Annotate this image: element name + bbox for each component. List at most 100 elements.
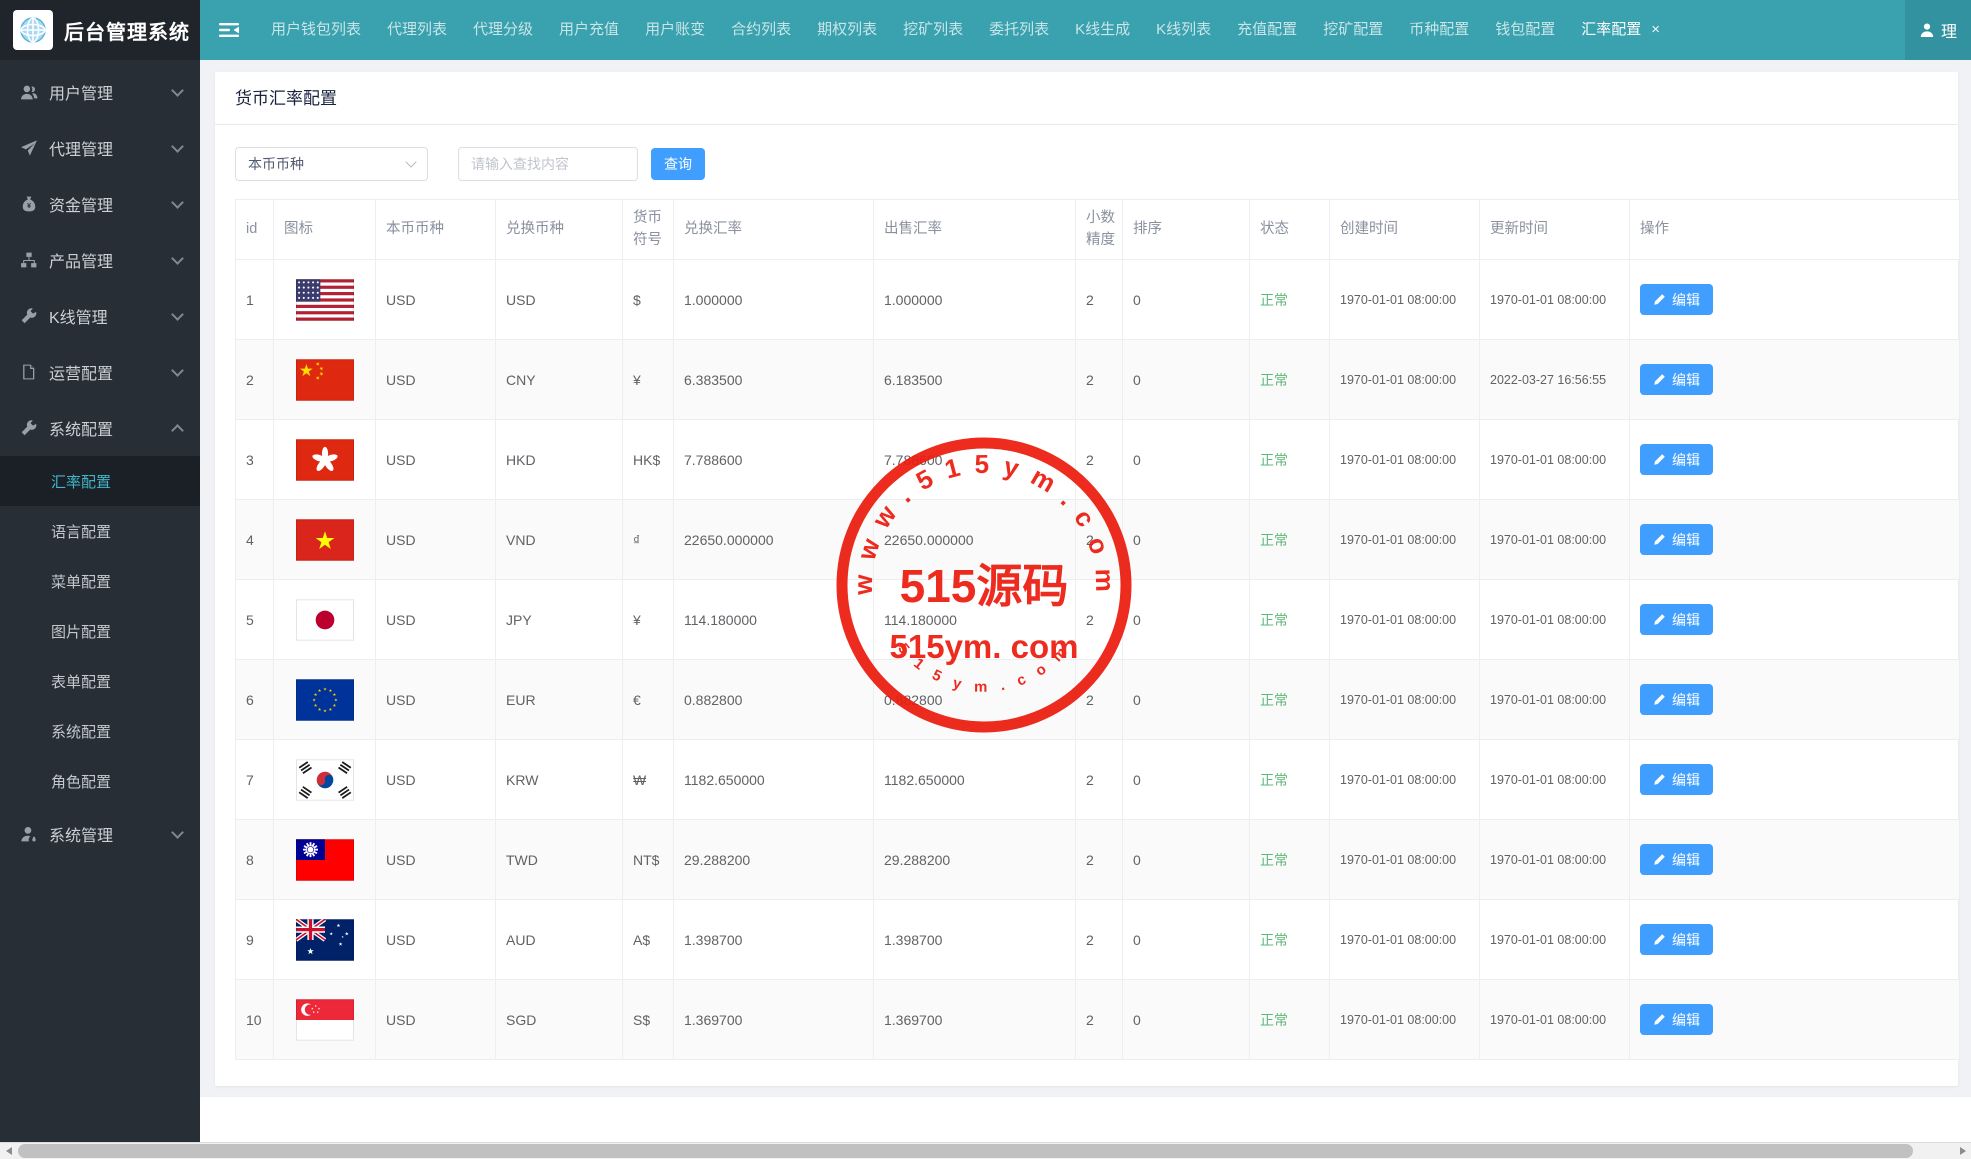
cell-updated: 1970-01-01 08:00:00 bbox=[1480, 900, 1630, 980]
search-button[interactable]: 查询 bbox=[651, 148, 705, 180]
user-menu[interactable]: 理 bbox=[1905, 0, 1971, 60]
flag-vn-icon bbox=[296, 519, 354, 561]
tab-rate-config[interactable]: 汇率配置× bbox=[1568, 0, 1673, 60]
edit-button[interactable]: 编辑 bbox=[1640, 444, 1713, 475]
sidebar-item-funds-management[interactable]: ¥资金管理 bbox=[0, 176, 200, 232]
tab-coin-config[interactable]: 币种配置 bbox=[1396, 0, 1482, 60]
table-row: 4USDVND₫22650.00000022650.00000020正常1970… bbox=[236, 500, 1960, 580]
tab-agent-grade[interactable]: 代理分级 bbox=[460, 0, 546, 60]
sidebar-subitem-label: 系统配置 bbox=[51, 721, 111, 742]
status-badge: 正常 bbox=[1260, 532, 1288, 548]
globe-icon bbox=[13, 10, 53, 50]
tab-kline-generate[interactable]: K线生成 bbox=[1062, 0, 1143, 60]
sidebar-subitem-image-config[interactable]: 图片配置 bbox=[0, 606, 200, 656]
cell-action: 编辑 bbox=[1630, 340, 1960, 420]
sidebar-toggle-button[interactable] bbox=[200, 0, 258, 60]
tab-agent-list[interactable]: 代理列表 bbox=[374, 0, 460, 60]
tab-mining-config[interactable]: 挖矿配置 bbox=[1310, 0, 1396, 60]
tab-recharge-config[interactable]: 充值配置 bbox=[1224, 0, 1310, 60]
sidebar-item-user-management[interactable]: 用户管理 bbox=[0, 64, 200, 120]
tab-mining-list[interactable]: 挖矿列表 bbox=[890, 0, 976, 60]
pencil-icon bbox=[1653, 613, 1666, 626]
edit-button[interactable]: 编辑 bbox=[1640, 1004, 1713, 1035]
cell-buy_rate: 114.180000 bbox=[674, 580, 874, 660]
table-row: 6USDEUR€0.8828000.88280020正常1970-01-01 0… bbox=[236, 660, 1960, 740]
sidebar-subitem-menu-config[interactable]: 菜单配置 bbox=[0, 556, 200, 606]
edit-button-label: 编辑 bbox=[1672, 290, 1700, 310]
edit-button[interactable]: 编辑 bbox=[1640, 284, 1713, 315]
cell-id: 6 bbox=[236, 660, 274, 740]
sidebar-item-system-management[interactable]: 系统管理 bbox=[0, 806, 200, 862]
tab-kline-list[interactable]: K线列表 bbox=[1143, 0, 1224, 60]
edit-button-label: 编辑 bbox=[1672, 690, 1700, 710]
cell-flag bbox=[274, 900, 376, 980]
tab-label: 期权列表 bbox=[817, 21, 877, 38]
pencil-icon bbox=[1653, 853, 1666, 866]
cell-status: 正常 bbox=[1250, 820, 1330, 900]
horizontal-scrollbar bbox=[0, 1142, 1971, 1159]
rate-table: id图标本币币种兑换币种货币符号兑换汇率出售汇率小数精度排序状态创建时间更新时间… bbox=[235, 199, 1960, 1060]
edit-button-label: 编辑 bbox=[1672, 530, 1700, 550]
sidebar-subitem-form-config[interactable]: 表单配置 bbox=[0, 656, 200, 706]
cell-status: 正常 bbox=[1250, 980, 1330, 1060]
table-row: 7USDKRW₩1182.6500001182.65000020正常1970-0… bbox=[236, 740, 1960, 820]
edit-button[interactable]: 编辑 bbox=[1640, 604, 1713, 635]
cell-base: USD bbox=[376, 420, 496, 500]
sidebar-subitem-system-config-item[interactable]: 系统配置 bbox=[0, 706, 200, 756]
edit-button[interactable]: 编辑 bbox=[1640, 844, 1713, 875]
tab-wallet-config[interactable]: 钱包配置 bbox=[1482, 0, 1568, 60]
sidebar-item-operation-config[interactable]: 运营配置 bbox=[0, 344, 200, 400]
tab-entrust-list[interactable]: 委托列表 bbox=[976, 0, 1062, 60]
sidebar-item-agent-management[interactable]: 代理管理 bbox=[0, 120, 200, 176]
sidebar-subitem-rate-config[interactable]: 汇率配置 bbox=[0, 456, 200, 506]
tab-user-wallet-list[interactable]: 用户钱包列表 bbox=[258, 0, 374, 60]
tab-label: K线生成 bbox=[1075, 21, 1130, 38]
tab-user-recharge[interactable]: 用户充值 bbox=[546, 0, 632, 60]
cell-updated: 1970-01-01 08:00:00 bbox=[1480, 260, 1630, 340]
cell-flag bbox=[274, 500, 376, 580]
sidebar-subitem-label: 语言配置 bbox=[51, 521, 111, 542]
tab-option-list[interactable]: 期权列表 bbox=[804, 0, 890, 60]
edit-button[interactable]: 编辑 bbox=[1640, 524, 1713, 555]
page-title: 货币汇率配置 bbox=[215, 72, 1958, 125]
column-header-flag: 图标 bbox=[274, 200, 376, 260]
sidebar-item-product-management[interactable]: 产品管理 bbox=[0, 232, 200, 288]
cell-precision: 2 bbox=[1076, 260, 1123, 340]
main-content: 货币汇率配置 本币币种 查询 id图标本币币种兑换币种货币符号兑换汇率出售汇率小… bbox=[200, 60, 1971, 1142]
sidebar-item-kline-management[interactable]: K线管理 bbox=[0, 288, 200, 344]
chevron-down-icon bbox=[171, 308, 184, 321]
tab-label: 充值配置 bbox=[1237, 21, 1297, 38]
cell-precision: 2 bbox=[1076, 820, 1123, 900]
edit-button[interactable]: 编辑 bbox=[1640, 364, 1713, 395]
cell-id: 10 bbox=[236, 980, 274, 1060]
tab-user-account-change[interactable]: 用户账变 bbox=[632, 0, 718, 60]
pencil-icon bbox=[1653, 933, 1666, 946]
cell-action: 编辑 bbox=[1630, 420, 1960, 500]
base-currency-select[interactable]: 本币币种 bbox=[235, 147, 428, 181]
cell-precision: 2 bbox=[1076, 580, 1123, 660]
tab-contract-list[interactable]: 合约列表 bbox=[718, 0, 804, 60]
select-value: 本币币种 bbox=[248, 154, 407, 174]
status-badge: 正常 bbox=[1260, 1012, 1288, 1028]
cell-created: 1970-01-01 08:00:00 bbox=[1330, 900, 1480, 980]
edit-button[interactable]: 编辑 bbox=[1640, 924, 1713, 955]
sidebar-subitem-label: 汇率配置 bbox=[51, 471, 111, 492]
sidebar-subitem-language-config[interactable]: 语言配置 bbox=[0, 506, 200, 556]
pencil-icon bbox=[1653, 693, 1666, 706]
sidebar-subitem-role-config[interactable]: 角色配置 bbox=[0, 756, 200, 806]
scroll-left-arrow[interactable] bbox=[0, 1143, 17, 1159]
scrollbar-thumb[interactable] bbox=[18, 1144, 1913, 1158]
sidebar-item-system-config[interactable]: 系统配置 bbox=[0, 400, 200, 456]
cell-symbol: NT$ bbox=[623, 820, 674, 900]
edit-button[interactable]: 编辑 bbox=[1640, 764, 1713, 795]
table-row: 10USDSGDS$1.3697001.36970020正常1970-01-01… bbox=[236, 980, 1960, 1060]
scroll-right-arrow[interactable] bbox=[1954, 1143, 1971, 1159]
close-icon[interactable]: × bbox=[1651, 21, 1660, 38]
sidebar-submenu: 汇率配置语言配置菜单配置图片配置表单配置系统配置角色配置 bbox=[0, 456, 200, 806]
tab-label: 代理列表 bbox=[387, 21, 447, 38]
search-input[interactable] bbox=[458, 147, 638, 181]
cell-buy_rate: 6.383500 bbox=[674, 340, 874, 420]
edit-button[interactable]: 编辑 bbox=[1640, 684, 1713, 715]
cell-sell_rate: 1.398700 bbox=[874, 900, 1076, 980]
cell-status: 正常 bbox=[1250, 420, 1330, 500]
